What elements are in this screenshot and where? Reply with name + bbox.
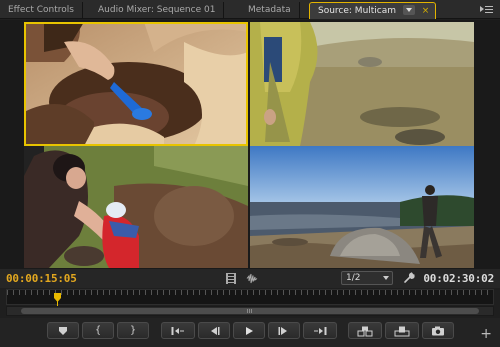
go-to-in-icon	[171, 327, 184, 335]
overwrite-icon	[394, 326, 410, 337]
wrench-icon[interactable]	[403, 272, 415, 284]
current-timecode[interactable]: 00:00:15:05	[6, 272, 77, 285]
overwrite-button[interactable]	[385, 322, 419, 339]
camera-angle-4[interactable]	[250, 146, 474, 268]
step-forward-icon	[278, 327, 287, 335]
export-frame-button[interactable]	[422, 322, 454, 339]
tab-effect-controls[interactable]: Effect Controls	[0, 2, 83, 19]
button-editor-button[interactable]: +	[480, 327, 492, 341]
tab-label: Audio Mixer: Sequence 01	[98, 5, 216, 15]
mark-in-button[interactable]: {	[82, 322, 114, 339]
scroll-grip-icon	[247, 309, 253, 313]
tab-label: Metadata	[248, 5, 291, 15]
tab-label: Source: Multicam	[318, 6, 397, 16]
duration-timecode: 00:02:30:02	[423, 272, 494, 285]
camera-angle-1[interactable]	[24, 22, 248, 146]
drop-frame-icon[interactable]	[226, 273, 236, 284]
zoom-scrollbar[interactable]	[6, 306, 494, 316]
tab-audio-mixer[interactable]: Audio Mixer: Sequence 01	[90, 2, 225, 19]
go-to-in-button[interactable]	[161, 322, 195, 339]
marker-icon	[59, 327, 67, 335]
step-back-icon	[211, 327, 220, 335]
scrollbar-thumb[interactable]	[21, 308, 479, 314]
step-back-button[interactable]	[198, 322, 230, 339]
time-ruler[interactable]	[6, 289, 494, 307]
transport-controls: { } +	[0, 318, 500, 347]
step-forward-button[interactable]	[268, 322, 300, 339]
go-to-out-icon	[314, 327, 327, 335]
go-to-out-button[interactable]	[303, 322, 337, 339]
play-icon	[246, 327, 253, 335]
panel-menu-icon[interactable]	[480, 4, 494, 14]
tab-metadata[interactable]: Metadata	[240, 2, 300, 19]
mark-out-button[interactable]: }	[117, 322, 149, 339]
insert-icon	[357, 326, 373, 337]
chevron-down-icon	[383, 276, 389, 280]
tab-source-multicam[interactable]: Source: Multicam ×	[309, 2, 437, 19]
ruler-ticks	[7, 290, 493, 295]
camera-angle-2[interactable]	[250, 22, 474, 146]
camera-icon	[432, 326, 444, 336]
panel-tab-bar: Effect Controls Audio Mixer: Sequence 01…	[0, 0, 500, 19]
camera-angle-3[interactable]	[24, 146, 248, 268]
insert-button[interactable]	[348, 322, 382, 339]
play-button[interactable]	[233, 322, 265, 339]
timecode-bar: 00:00:15:05 1/2 00:02:30:02	[0, 269, 500, 288]
playback-resolution-select[interactable]: 1/2	[341, 271, 393, 285]
mark-in-icon: {	[94, 325, 102, 336]
multicam-monitor	[0, 20, 500, 269]
resolution-value: 1/2	[346, 273, 361, 283]
audio-waveform-icon[interactable]	[246, 273, 258, 284]
close-icon[interactable]: ×	[422, 3, 430, 19]
mark-out-icon: }	[129, 325, 137, 336]
tab-label: Effect Controls	[8, 5, 74, 15]
tab-dropdown-icon[interactable]	[402, 4, 415, 15]
add-marker-button[interactable]	[47, 322, 79, 339]
